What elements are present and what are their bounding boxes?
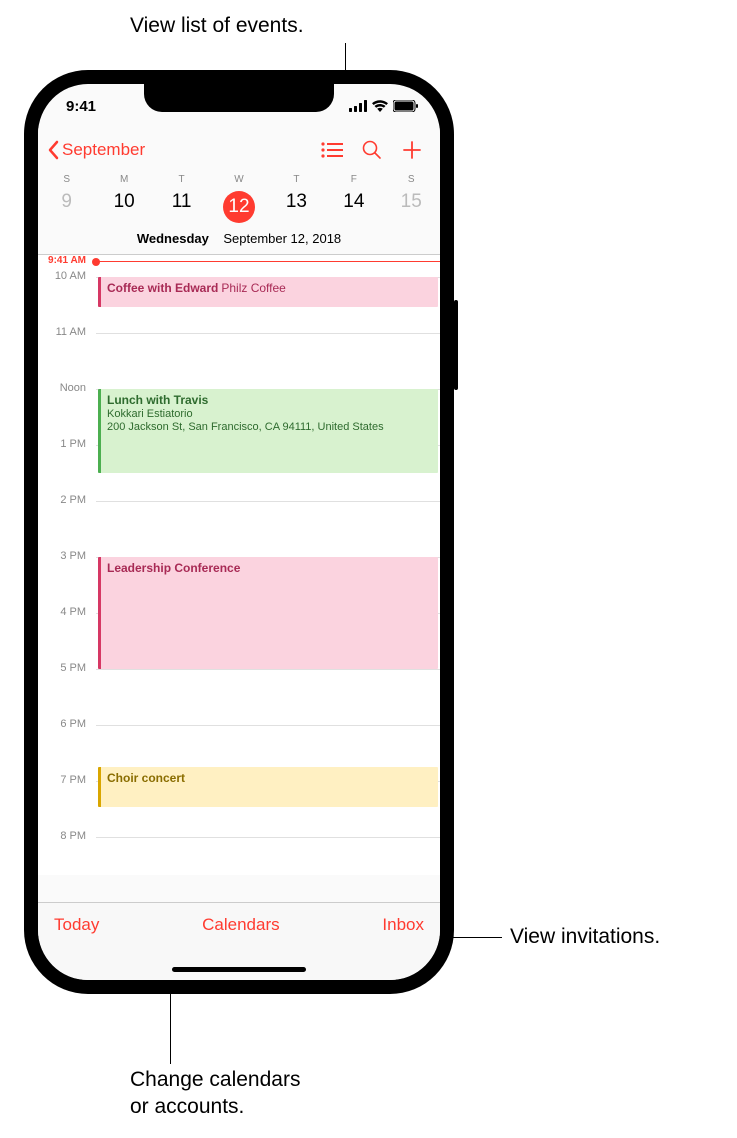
home-indicator[interactable]: [172, 967, 306, 972]
calendar-event[interactable]: Lunch with TravisKokkari Estiatorio200 J…: [98, 389, 438, 473]
callout-bottom: Change calendars or accounts.: [130, 1066, 300, 1121]
weekday-number[interactable]: 11: [153, 187, 210, 227]
status-right: [349, 100, 418, 112]
weekday-number[interactable]: 14: [325, 187, 382, 227]
back-button[interactable]: September: [46, 140, 145, 160]
hour-label: 4 PM: [38, 606, 92, 618]
list-icon: [321, 142, 343, 158]
screen: 9:41 September SMTWTFS 9101112131415 Wed…: [38, 84, 440, 980]
timeline[interactable]: 9:41 AM 10 AM11 AMNoon1 PM2 PM3 PM4 PM5 …: [38, 255, 440, 875]
weeknum-row: 9101112131415: [38, 187, 440, 227]
list-view-button[interactable]: [312, 130, 352, 170]
hour-label: 2 PM: [38, 494, 92, 506]
hour-row: 11 AM: [38, 333, 440, 389]
now-line: 9:41 AM: [96, 261, 440, 262]
weekday-number[interactable]: 9: [38, 187, 95, 227]
hour-line: [96, 669, 440, 670]
event-loc: Philz Coffee: [221, 281, 285, 295]
phone-frame: 9:41 September SMTWTFS 9101112131415 Wed…: [24, 70, 454, 994]
calendar-event[interactable]: Choir concert: [98, 767, 438, 807]
bottom-toolbar: Today Calendars Inbox: [38, 902, 440, 980]
event-title: Coffee with Edward: [107, 281, 218, 295]
weekday-number[interactable]: 15: [383, 187, 440, 227]
weekday-letter: S: [383, 172, 440, 187]
callout-right: View invitations.: [510, 923, 660, 950]
weekday-letter: T: [268, 172, 325, 187]
add-event-button[interactable]: [392, 130, 432, 170]
calendars-button[interactable]: Calendars: [202, 915, 280, 935]
now-dot: [92, 258, 100, 266]
hour-label: 1 PM: [38, 438, 92, 450]
weekday-letter: F: [325, 172, 382, 187]
week-header: SMTWTFS 9101112131415 Wednesday Septembe…: [38, 172, 440, 255]
hour-label: 6 PM: [38, 718, 92, 730]
weekday-number[interactable]: 12: [210, 187, 267, 227]
hour-label: 5 PM: [38, 662, 92, 674]
back-label: September: [62, 140, 145, 160]
hour-line: [96, 501, 440, 502]
notch: [144, 84, 334, 112]
event-sub: Kokkari Estiatorio: [107, 408, 432, 420]
cellular-icon: [349, 100, 367, 112]
event-title: Lunch with Travis: [107, 393, 208, 407]
date-rest: September 12, 2018: [223, 231, 341, 246]
calendar-event[interactable]: Leadership Conference: [98, 557, 438, 669]
hour-label: 10 AM: [38, 270, 92, 282]
event-title: Leadership Conference: [107, 561, 240, 575]
nav-bar: September: [38, 128, 440, 172]
search-button[interactable]: [352, 130, 392, 170]
today-button[interactable]: Today: [54, 915, 99, 935]
now-label: 9:41 AM: [38, 255, 92, 266]
inbox-button[interactable]: Inbox: [382, 915, 424, 935]
callout-top: View list of events.: [130, 12, 304, 39]
hour-line: [96, 725, 440, 726]
weekday-row: SMTWTFS: [38, 172, 440, 187]
battery-icon: [393, 100, 418, 112]
weekday-letter: T: [153, 172, 210, 187]
hour-label: 7 PM: [38, 774, 92, 786]
wifi-icon: [372, 100, 388, 112]
hour-label: 8 PM: [38, 830, 92, 842]
hour-label: 3 PM: [38, 550, 92, 562]
search-icon: [362, 140, 382, 160]
event-sub: 200 Jackson St, San Francisco, CA 94111,…: [107, 421, 432, 433]
weekday-letter: S: [38, 172, 95, 187]
plus-icon: [402, 140, 422, 160]
weekday-letter: M: [95, 172, 152, 187]
hour-row: 8 PM: [38, 837, 440, 875]
event-title: Choir concert: [107, 771, 185, 785]
hour-label: 11 AM: [38, 326, 92, 338]
date-full: Wednesday September 12, 2018: [38, 227, 440, 248]
chevron-left-icon: [46, 140, 60, 160]
weekday-number[interactable]: 10: [95, 187, 152, 227]
hour-row: 2 PM: [38, 501, 440, 557]
hour-row: 5 PM: [38, 669, 440, 725]
calendar-event[interactable]: Coffee with EdwardPhilz Coffee: [98, 277, 438, 307]
hour-line: [96, 837, 440, 838]
weekday-letter: W: [210, 172, 267, 187]
hour-line: [96, 333, 440, 334]
date-weekday: Wednesday: [137, 231, 209, 246]
weekday-number[interactable]: 13: [268, 187, 325, 227]
status-time: 9:41: [66, 98, 96, 115]
hour-label: Noon: [38, 382, 92, 394]
